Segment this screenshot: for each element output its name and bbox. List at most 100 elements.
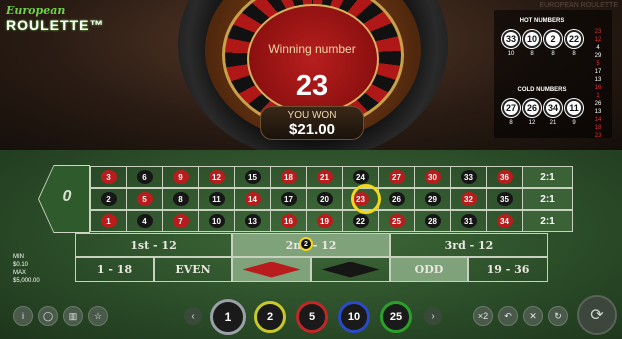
logo-line1: European [6,4,66,17]
chip-10[interactable]: 10 [338,301,370,333]
winning-number: 23 [295,70,329,102]
bet-cell-35[interactable]: 35 [487,188,523,210]
number-33: 33 [460,170,477,184]
cold-number-1: 26 [523,99,541,117]
bet-cell-16[interactable]: 16 [271,210,307,232]
column-bet-3[interactable]: 2:1 [523,210,573,232]
bet-19-36[interactable]: 19 - 36 [468,257,548,282]
cold-count-1: 12 [528,120,536,126]
hot-number-3: 22 [565,30,583,48]
bet-odd[interactable]: ODD [390,257,468,282]
number-34: 34 [496,214,513,228]
chip-25[interactable]: 25 [380,301,412,333]
number-21: 21 [316,170,333,184]
max-value: $5,000.00 [13,278,40,284]
bet-cell-32[interactable]: 32 [451,188,487,210]
rebet-icon[interactable]: ↻ [548,306,568,326]
bet-cell-21[interactable]: 21 [307,166,343,188]
bet-cell-36[interactable]: 36 [487,166,523,188]
racetrack-icon[interactable]: ◯ [38,306,58,326]
bet-cell-13[interactable]: 13 [235,210,271,232]
double-bet-button[interactable]: ×2 [473,306,493,326]
number-4: 4 [136,214,153,228]
bet-cell-30[interactable]: 30 [415,166,451,188]
dozen-bet-marker: 2 [299,237,313,251]
chip-2[interactable]: 2 [254,301,286,333]
hot-count-2: 8 [551,51,555,57]
number-22: 22 [352,214,369,228]
bet-cell-31[interactable]: 31 [451,210,487,232]
number-16: 16 [280,214,297,228]
number-29: 29 [424,192,441,206]
red-diamond-icon [242,261,301,278]
bet-cell-9[interactable]: 9 [163,166,199,188]
cold-count-0: 8 [509,120,513,126]
winning-number-label: Winning number [268,42,356,56]
bet-cell-28[interactable]: 28 [415,210,451,232]
history-number: 1 [596,93,600,99]
min-value: $0.10 [13,262,29,268]
bet-cell-25[interactable]: 25 [379,210,415,232]
chips-next-icon[interactable]: › [424,307,442,325]
statistics-icon[interactable]: ▥ [63,306,83,326]
favorites-icon[interactable]: ☆ [88,306,108,326]
number-13: 13 [244,214,261,228]
bet-cell-26[interactable]: 26 [379,188,415,210]
bet-cell-3[interactable]: 3 [91,166,127,188]
cold-number-2: 34 [544,99,562,117]
recent-numbers-history: 23 12 4 29 5 17 13 16 1 26 13 14 18 23 [590,28,606,140]
chips-prev-icon[interactable]: ‹ [184,307,202,325]
bet-black[interactable] [311,257,390,282]
bet-cell-17[interactable]: 17 [271,188,307,210]
bet-cell-5[interactable]: 5 [127,188,163,210]
you-won-box: YOU WON $21.00 [260,106,364,140]
hot-numbers-title: HOT NUMBERS [519,18,565,24]
bet-red[interactable] [232,257,311,282]
bet-cell-18[interactable]: 18 [271,166,307,188]
number-17: 17 [280,192,297,206]
bet-cell-4[interactable]: 4 [127,210,163,232]
bet-cell-15[interactable]: 15 [235,166,271,188]
bet-cell-14[interactable]: 14 [235,188,271,210]
history-number: 5 [596,61,600,67]
bet-cell-2[interactable]: 2 [91,188,127,210]
number-7: 7 [172,214,189,228]
hot-number-1: 10 [523,30,541,48]
number-36: 36 [496,170,513,184]
bet-even[interactable]: EVEN [154,257,232,282]
bet-cell-19[interactable]: 19 [307,210,343,232]
bet-cell-8[interactable]: 8 [163,188,199,210]
number-28: 28 [424,214,441,228]
bet-cell-34[interactable]: 34 [487,210,523,232]
bet-cell-20[interactable]: 20 [307,188,343,210]
number-25: 25 [388,214,405,228]
info-icon[interactable]: i [13,306,33,326]
bet-cell-1[interactable]: 1 [91,210,127,232]
bet-cell-33[interactable]: 33 [451,166,487,188]
column-bet-1[interactable]: 2:1 [523,166,573,188]
bet-cell-27[interactable]: 27 [379,166,415,188]
hot-count-0: 10 [507,51,515,57]
bet-cell-10[interactable]: 10 [199,210,235,232]
bet-cell-11[interactable]: 11 [199,188,235,210]
bet-cell-7[interactable]: 7 [163,210,199,232]
dozen-1st[interactable]: 1st - 12 [75,233,232,257]
number-8: 8 [172,192,189,206]
chip-5[interactable]: 5 [296,301,328,333]
bet-1-18[interactable]: 1 - 18 [75,257,154,282]
stats-panel: HOT NUMBERS 33 10 10 8 2 8 22 8 COLD NUMBERS 27… [494,10,612,140]
spin-button[interactable]: ⟳ [577,295,617,335]
chip-1[interactable]: 1 [210,299,246,335]
history-number: 23 [594,29,602,35]
dozen-3rd[interactable]: 3rd - 12 [390,233,548,257]
column-bet-2[interactable]: 2:1 [523,188,573,210]
clear-bets-icon[interactable]: ✕ [523,306,543,326]
bet-cell-6[interactable]: 6 [127,166,163,188]
number-6: 6 [136,170,153,184]
bet-cell-29[interactable]: 29 [415,188,451,210]
history-number: 18 [594,125,602,131]
bet-cell-12[interactable]: 12 [199,166,235,188]
history-number: 26 [594,101,602,107]
undo-icon[interactable]: ↶ [498,306,518,326]
bet-limits: MIN $0.10 MAX $5,000.00 [13,253,40,285]
